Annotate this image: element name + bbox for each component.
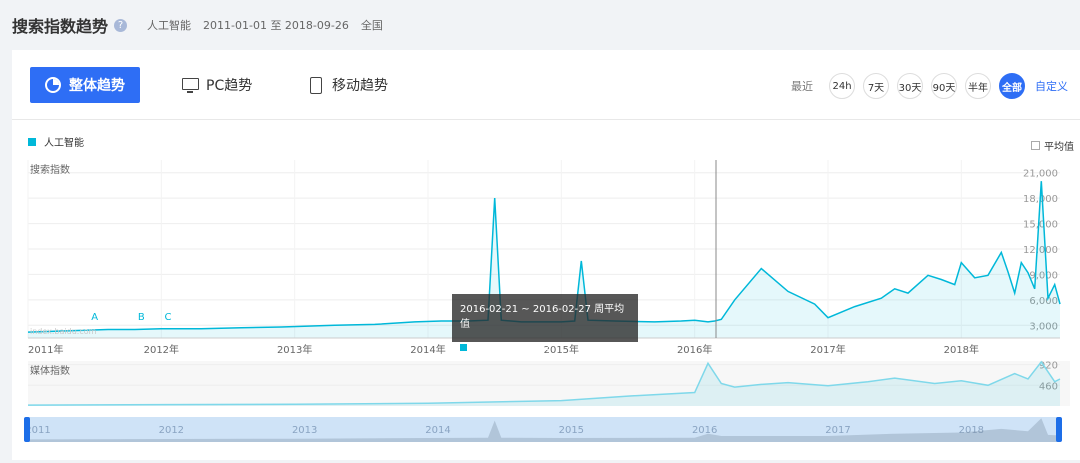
search-x-tick: 2013年 — [277, 343, 312, 356]
tooltip-label: 人工智能: — [473, 344, 517, 355]
annotation-B: B — [138, 312, 145, 323]
chart-tooltip: 2016-02-21 ~ 2016-02-27 周平均值 人工智能: 2,172 — [452, 294, 638, 355]
overview-x-tick: 2013 — [292, 425, 317, 436]
tooltip-title: 2016-02-21 ~ 2016-02-27 周平均值 — [460, 304, 625, 330]
tooltip-value: 2,172 — [520, 342, 551, 353]
annotation-C: C — [165, 312, 172, 323]
overview-x-tick: 2017 — [825, 425, 850, 436]
media-title: 媒体指数 — [30, 364, 70, 377]
search-x-tick: 2012年 — [144, 343, 179, 356]
search-title: 搜索指数 — [30, 163, 70, 176]
search-x-tick: 2017年 — [810, 343, 845, 356]
range-end-handle — [1056, 417, 1062, 442]
watermark: index.baidu.com — [30, 327, 97, 336]
overview-x-tick: 2015 — [559, 425, 584, 436]
search-x-tick: 2014年 — [410, 343, 445, 356]
overview-x-tick: 2016 — [692, 425, 717, 436]
search-x-tick: 2018年 — [944, 343, 979, 356]
overview-x-tick: 2014 — [425, 425, 450, 436]
annotation-A: A — [91, 312, 98, 323]
search-y-tick: 21,000 — [1023, 169, 1058, 180]
range-start-handle — [24, 417, 30, 442]
charts-canvas: 3,0006,0009,00012,00015,00018,00021,0002… — [24, 160, 1070, 442]
tooltip-swatch — [460, 344, 467, 351]
search-x-tick: 2011年 — [28, 343, 63, 356]
search-x-tick: 2016年 — [677, 343, 712, 356]
overview-x-tick: 2012 — [159, 425, 184, 436]
